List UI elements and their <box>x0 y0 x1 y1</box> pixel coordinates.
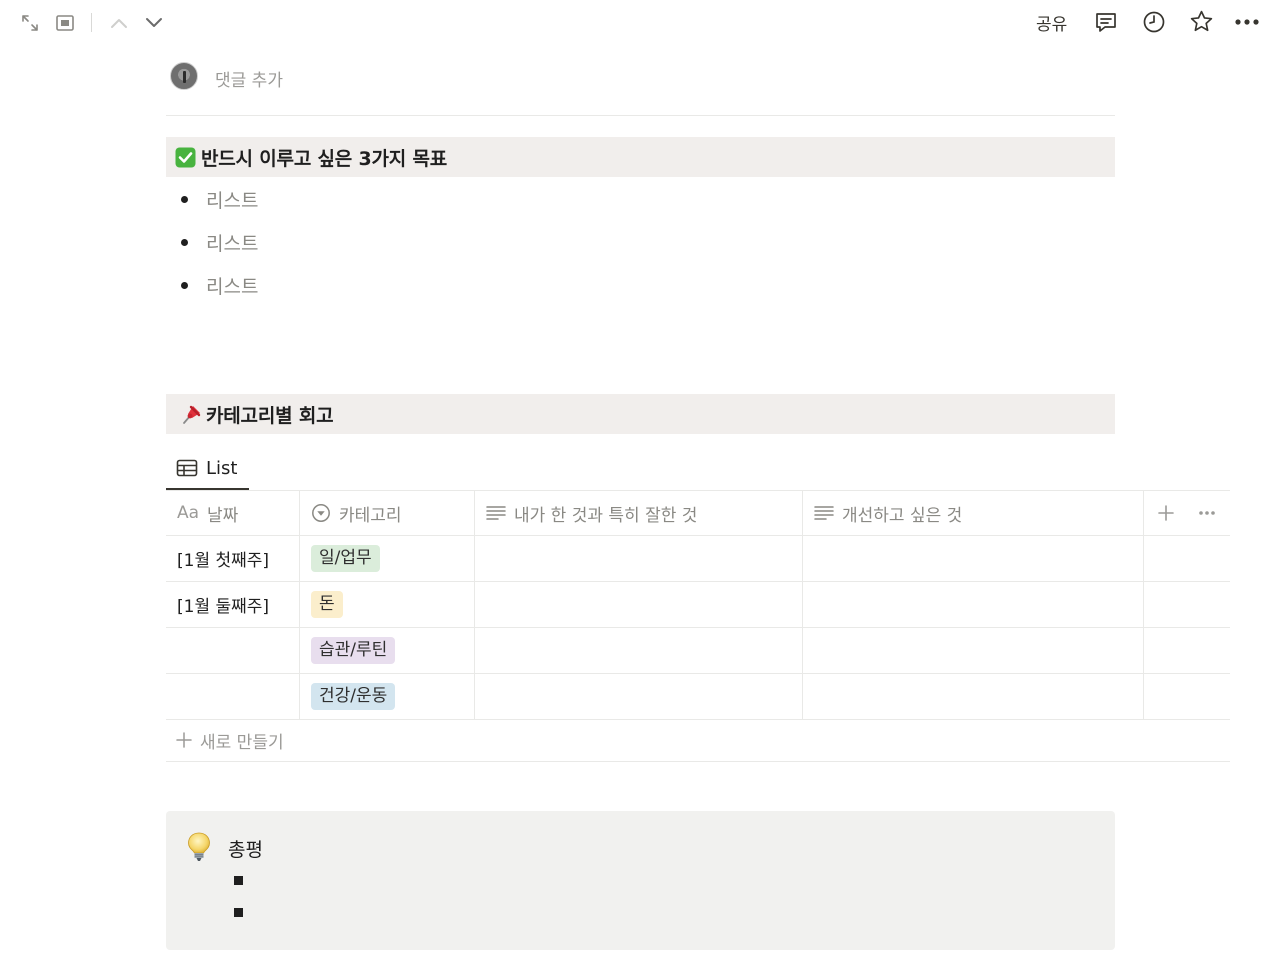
date-cell[interactable]: [1월 둘째주] <box>166 582 300 627</box>
list-item-text[interactable]: 리스트 <box>206 229 258 256</box>
lightbulb-icon <box>186 831 212 863</box>
list-item[interactable]: 리스트 <box>176 221 258 264</box>
improve-cell[interactable] <box>803 674 1144 719</box>
empty-cell <box>1144 582 1230 627</box>
more-icon[interactable] <box>1233 10 1261 34</box>
improve-cell[interactable] <box>803 536 1144 581</box>
expand-icon[interactable] <box>19 12 41 34</box>
improve-cell[interactable] <box>803 628 1144 673</box>
view-tab-list[interactable]: List <box>166 448 249 490</box>
bullet-icon <box>181 239 188 246</box>
retro-heading-text: 카테고리별 회고 <box>206 404 334 427</box>
category-tag: 돈 <box>311 591 343 618</box>
column-label: 날짜 <box>207 505 239 526</box>
column-header-date[interactable]: Aa 날짜 <box>166 491 300 535</box>
chevron-down-icon[interactable] <box>143 12 165 34</box>
list-item-text[interactable]: 리스트 <box>206 186 258 213</box>
star-icon[interactable] <box>1188 8 1214 34</box>
column-label: 개선하고 싶은 것 <box>842 505 963 526</box>
did-well-cell[interactable] <box>475 582 803 627</box>
peek-icon[interactable] <box>54 12 76 34</box>
category-tag: 일/업무 <box>311 545 380 572</box>
date-cell[interactable] <box>166 674 300 719</box>
column-header-category[interactable]: 카테고리 <box>300 491 475 535</box>
avatar <box>170 62 198 90</box>
date-cell[interactable]: [1월 첫째주] <box>166 536 300 581</box>
divider <box>166 115 1115 116</box>
pushpin-icon <box>180 403 202 425</box>
category-cell[interactable]: 습관/루틴 <box>300 628 475 673</box>
chevron-up-icon[interactable] <box>108 12 130 34</box>
list-item[interactable]: 리스트 <box>176 264 258 307</box>
check-box-icon <box>174 146 196 168</box>
new-row-label: 새로 만들기 <box>200 732 284 753</box>
empty-cell <box>1144 674 1230 719</box>
column-header-did-well[interactable]: 내가 한 것과 특히 잘한 것 <box>475 491 803 535</box>
category-tag: 습관/루틴 <box>311 637 396 664</box>
empty-cell <box>1144 628 1230 673</box>
table-row[interactable]: 건강/운동 <box>166 674 1230 720</box>
share-button[interactable]: 공유 <box>1036 10 1067 35</box>
comment-icon[interactable] <box>1093 9 1119 35</box>
date-cell[interactable] <box>166 628 300 673</box>
table-row[interactable]: 습관/루틴 <box>166 628 1230 674</box>
select-icon <box>311 503 331 523</box>
goals-list: 리스트 리스트 리스트 <box>176 178 258 307</box>
plus-icon[interactable] <box>1158 505 1174 521</box>
top-bar: 공유 <box>0 0 1280 44</box>
text-lines-icon <box>814 505 834 521</box>
column-label: 카테고리 <box>339 505 402 526</box>
category-tag: 건강/운동 <box>311 683 396 710</box>
did-well-cell[interactable] <box>475 674 803 719</box>
empty-cell <box>1144 536 1230 581</box>
column-label: 내가 한 것과 특히 잘한 것 <box>514 505 698 526</box>
plus-icon <box>176 732 192 748</box>
text-lines-icon <box>486 505 506 521</box>
more-icon[interactable] <box>1198 510 1216 516</box>
column-actions <box>1144 491 1230 535</box>
goals-heading: 반드시 이루고 싶은 3가지 목표 <box>166 137 1115 177</box>
summary-callout: 총평 <box>166 811 1115 950</box>
clock-icon[interactable] <box>1141 9 1167 35</box>
comment-input[interactable]: 댓글 추가 <box>215 66 283 91</box>
square-bullet-icon <box>234 876 243 885</box>
category-cell[interactable]: 일/업무 <box>300 536 475 581</box>
category-cell[interactable]: 건강/운동 <box>300 674 475 719</box>
callout-title: 총평 <box>228 839 263 861</box>
column-header-improve[interactable]: 개선하고 싶은 것 <box>803 491 1144 535</box>
toolbar-divider <box>91 13 92 32</box>
did-well-cell[interactable] <box>475 536 803 581</box>
comment-row: 댓글 추가 <box>170 60 1115 94</box>
bullet-icon <box>181 282 188 289</box>
did-well-cell[interactable] <box>475 628 803 673</box>
table-header: Aa 날짜 카테고리 내가 한 것과 특히 잘한 것 개선하고 싶은 것 <box>166 491 1230 536</box>
square-bullet-icon <box>234 908 243 917</box>
bullet-icon <box>181 196 188 203</box>
table-icon <box>176 459 198 477</box>
table-row[interactable]: [1월 첫째주] 일/업무 <box>166 536 1230 582</box>
date-text: [1월 첫째주] <box>177 551 270 571</box>
improve-cell[interactable] <box>803 582 1144 627</box>
list-item[interactable]: 리스트 <box>176 178 258 221</box>
text-aa-icon: Aa <box>177 503 200 523</box>
new-row-button[interactable]: 새로 만들기 <box>166 719 1230 762</box>
category-cell[interactable]: 돈 <box>300 582 475 627</box>
database-table: Aa 날짜 카테고리 내가 한 것과 특히 잘한 것 개선하고 싶은 것 [1월… <box>166 491 1230 720</box>
view-tab-label: List <box>206 457 238 479</box>
list-item-text[interactable]: 리스트 <box>206 272 258 299</box>
goals-heading-text: 반드시 이루고 싶은 3가지 목표 <box>201 147 448 170</box>
table-row[interactable]: [1월 둘째주] 돈 <box>166 582 1230 628</box>
date-text: [1월 둘째주] <box>177 597 270 617</box>
retro-heading: 카테고리별 회고 <box>166 394 1115 434</box>
